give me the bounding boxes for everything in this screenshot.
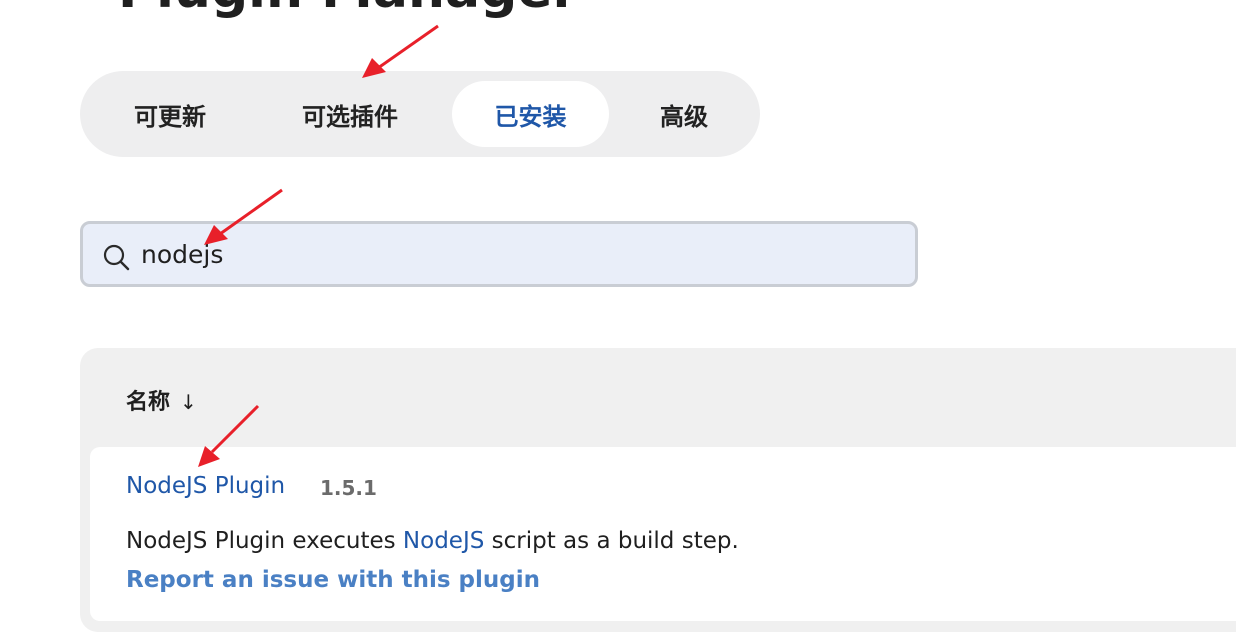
table-row: NodeJS Plugin 1.5.1 NodeJS Plugin execut… — [90, 447, 1236, 621]
plugin-search-box[interactable] — [80, 221, 918, 287]
search-icon — [103, 244, 130, 271]
plugin-manager-page: Plugin Manager 可更新 可选插件 已安装 高级 名称 ↓ NodeJ… — [0, 0, 1236, 638]
page-title: Plugin Manager — [118, 0, 578, 20]
search-input[interactable] — [141, 224, 901, 284]
nodejs-link[interactable]: NodeJS — [403, 528, 484, 554]
plugin-name-link[interactable]: NodeJS Plugin — [126, 473, 285, 499]
plugin-tabs: 可更新 可选插件 已安装 高级 — [80, 71, 760, 157]
plugin-description: NodeJS Plugin executes NodeJS script as … — [126, 528, 739, 554]
tab-installed[interactable]: 已安装 — [452, 81, 609, 147]
column-header-label: 名称 — [126, 390, 171, 415]
description-suffix: script as a build step. — [484, 528, 739, 554]
sort-down-icon: ↓ — [180, 390, 197, 414]
tab-updates[interactable]: 可更新 — [90, 81, 250, 147]
plugin-version: 1.5.1 — [320, 476, 377, 500]
tab-advanced[interactable]: 高级 — [610, 81, 758, 147]
column-header-name[interactable]: 名称 ↓ — [126, 384, 197, 416]
report-issue-link[interactable]: Report an issue with this plugin — [126, 567, 540, 593]
installed-plugins-table: 名称 ↓ NodeJS Plugin 1.5.1 NodeJS Plugin ex… — [80, 348, 1236, 632]
description-prefix: NodeJS Plugin executes — [126, 528, 403, 554]
tab-available-plugins[interactable]: 可选插件 — [256, 81, 444, 147]
